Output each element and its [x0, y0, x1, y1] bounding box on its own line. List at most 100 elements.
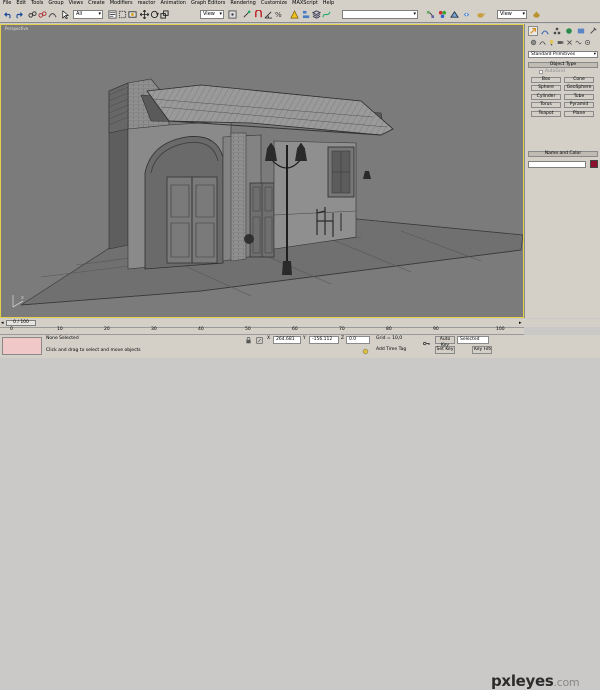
render-type-dropdown[interactable]: View ▾ — [497, 10, 527, 19]
plane-button[interactable]: Plane — [564, 111, 594, 117]
utilities-tab-icon[interactable] — [588, 26, 598, 36]
cylinder-button[interactable]: Cylinder — [531, 94, 561, 100]
pivot-center-icon[interactable] — [227, 9, 237, 20]
percent-snap-icon[interactable]: % — [273, 9, 283, 20]
space-warps-icon[interactable] — [574, 38, 582, 47]
schematic-view-icon[interactable] — [425, 9, 435, 20]
torus-button[interactable]: Torus — [531, 102, 561, 108]
z-coordinate-field[interactable]: 0.0 — [346, 336, 370, 344]
display-tab-icon[interactable] — [576, 26, 586, 36]
helpers-icon[interactable] — [565, 38, 573, 47]
tick-label: 90 — [433, 327, 439, 332]
time-tag-icon[interactable] — [361, 347, 370, 355]
track-bar[interactable]: 0 10 20 30 40 50 60 70 80 90 100 — [0, 327, 524, 335]
menu-tools[interactable]: Tools — [31, 0, 43, 7]
geosphere-button[interactable]: GeoSphere — [564, 85, 594, 91]
object-color-swatch[interactable] — [590, 160, 598, 168]
set-key-button[interactable]: Set Key — [435, 346, 455, 354]
redo-icon[interactable] — [13, 9, 23, 20]
time-slider[interactable]: 0 / 100 ◂ ▸ — [0, 319, 600, 327]
bind-space-warp-icon[interactable] — [47, 9, 57, 20]
curve-editor-icon[interactable] — [321, 9, 331, 20]
snap-toggle-icon[interactable] — [253, 9, 263, 20]
key-mode-dropdown[interactable]: Selected — [457, 336, 489, 344]
select-by-name-icon[interactable] — [107, 9, 117, 20]
reference-coordinate-dropdown[interactable]: View ▾ — [200, 10, 224, 19]
key-filters-button[interactable]: Key Filters... — [472, 346, 492, 354]
teapot-render-icon[interactable] — [475, 9, 485, 20]
select-move-icon[interactable] — [139, 9, 149, 20]
menu-create[interactable]: Create — [88, 0, 105, 7]
category-dropdown[interactable]: Standard Primitives ▾ — [528, 51, 598, 58]
align-icon[interactable] — [301, 9, 311, 20]
menu-customize[interactable]: Customize — [261, 0, 287, 7]
select-object-icon[interactable] — [60, 9, 70, 20]
create-tab-icon[interactable] — [528, 26, 538, 36]
hierarchy-tab-icon[interactable] — [552, 26, 562, 36]
named-selection-set-dropdown[interactable]: ▾ — [342, 10, 418, 19]
teapot-button[interactable]: Teapot — [531, 111, 561, 117]
angle-snap-icon[interactable] — [263, 9, 273, 20]
add-time-tag-button[interactable]: Add Time Tag — [376, 347, 406, 353]
menu-animation[interactable]: Animation — [160, 0, 186, 7]
viewport-label[interactable]: Perspective — [5, 26, 28, 31]
select-manipulate-icon[interactable] — [241, 9, 251, 20]
menu-modifiers[interactable]: Modifiers — [110, 0, 133, 7]
object-name-field[interactable] — [528, 161, 586, 168]
undo-icon[interactable] — [3, 9, 13, 20]
quick-render-icon[interactable] — [461, 9, 471, 20]
tick-label: 0 — [10, 327, 13, 332]
sphere-button[interactable]: Sphere — [531, 85, 561, 91]
render-last-icon[interactable] — [531, 9, 541, 20]
modify-tab-icon[interactable] — [540, 26, 550, 36]
object-type-rollout[interactable]: Object Type — [528, 62, 598, 68]
y-coordinate-field[interactable]: -156.112 — [309, 336, 339, 344]
menu-reactor[interactable]: reactor — [138, 0, 156, 7]
reference-coordinate-value: View — [203, 11, 215, 17]
menu-edit[interactable]: Edit — [16, 0, 26, 7]
time-slider-thumb[interactable]: 0 / 100 — [6, 320, 36, 326]
perspective-viewport[interactable]: x Perspective — [0, 24, 524, 318]
chevron-down-icon: ▾ — [522, 11, 525, 17]
cone-button[interactable]: Cone — [564, 77, 594, 83]
tick-label: 50 — [245, 327, 251, 332]
maxscript-listener[interactable] — [2, 337, 42, 355]
pyramid-button[interactable]: Pyramid — [564, 102, 594, 108]
slider-left-arrow-icon[interactable]: ◂ — [1, 320, 4, 326]
motion-tab-icon[interactable] — [564, 26, 574, 36]
window-crossing-icon[interactable] — [127, 9, 137, 20]
name-and-color-rollout[interactable]: Name and Color — [528, 151, 598, 157]
menu-graph-editors[interactable]: Graph Editors — [191, 0, 225, 7]
select-scale-icon[interactable] — [159, 9, 169, 20]
rectangular-selection-icon[interactable] — [117, 9, 127, 20]
x-coordinate-field[interactable]: 264.681 — [273, 336, 301, 344]
select-rotate-icon[interactable] — [149, 9, 159, 20]
slider-right-arrow-icon[interactable]: ▸ — [519, 320, 522, 326]
geometry-icon[interactable] — [529, 38, 537, 47]
absolute-mode-icon[interactable] — [255, 336, 264, 344]
tube-button[interactable]: Tube — [564, 94, 594, 100]
render-scene-icon[interactable] — [449, 9, 459, 20]
select-link-icon[interactable] — [27, 9, 37, 20]
lock-selection-icon[interactable] — [244, 336, 253, 344]
selection-filter-dropdown[interactable]: All ▾ — [73, 10, 103, 19]
cameras-icon[interactable] — [556, 38, 564, 47]
menu-file[interactable]: File — [3, 0, 11, 7]
menu-maxscript[interactable]: MAXScript — [292, 0, 318, 7]
autogrid-checkbox[interactable]: AutoGrid — [539, 69, 565, 74]
tick-label: 70 — [339, 327, 345, 332]
systems-icon[interactable] — [583, 38, 591, 47]
auto-key-button[interactable]: Auto Key — [435, 336, 455, 348]
unlink-icon[interactable] — [37, 9, 47, 20]
lights-icon[interactable] — [547, 38, 555, 47]
layer-manager-icon[interactable] — [311, 9, 321, 20]
box-button[interactable]: Box — [531, 77, 561, 83]
key-icon[interactable] — [420, 339, 432, 347]
menu-help[interactable]: Help — [323, 0, 334, 7]
shapes-icon[interactable] — [538, 38, 546, 47]
material-editor-icon[interactable] — [437, 9, 447, 20]
menu-rendering[interactable]: Rendering — [230, 0, 256, 7]
mirror-icon[interactable] — [289, 9, 299, 20]
menu-views[interactable]: Views — [69, 0, 83, 7]
menu-group[interactable]: Group — [48, 0, 63, 7]
